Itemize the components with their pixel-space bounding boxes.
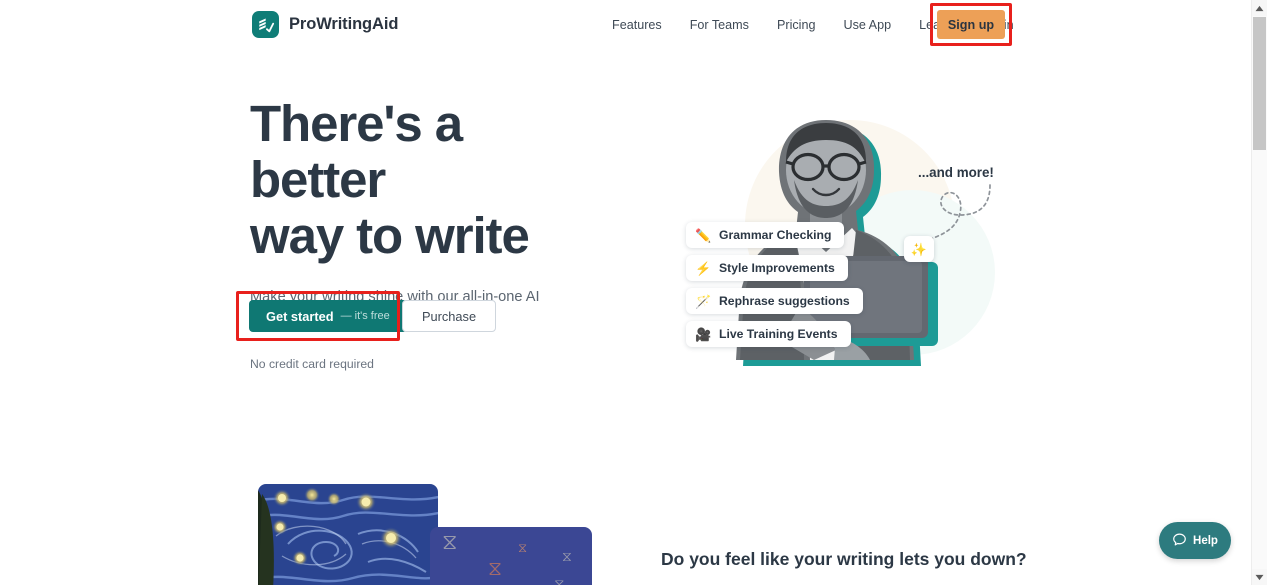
- help-widget-button[interactable]: Help: [1159, 522, 1231, 559]
- swirl-decoration-icon: ⧖: [518, 540, 528, 555]
- magic-wand-icon: 🪄: [695, 293, 712, 309]
- starry-night-image: [258, 484, 438, 585]
- feature-pill-style-improvements[interactable]: ⚡ Style Improvements: [686, 255, 848, 281]
- scrollbar-thumb[interactable]: [1253, 17, 1266, 150]
- get-started-button[interactable]: Get started — it's free: [249, 300, 407, 332]
- no-credit-card-note: No credit card required: [250, 357, 374, 371]
- feature-pill-rephrase-suggestions[interactable]: 🪄 Rephrase suggestions: [686, 288, 863, 314]
- book-logo-icon: [252, 11, 279, 38]
- and-more-label: ...and more!: [918, 165, 994, 180]
- nav-item-features[interactable]: Features: [598, 12, 676, 38]
- lightning-icon: ⚡: [695, 260, 712, 276]
- brand-name: ProWritingAid: [289, 15, 399, 33]
- sign-up-button[interactable]: Sign up: [937, 10, 1005, 39]
- swirl-decoration-icon: ⧖: [562, 548, 572, 564]
- video-camera-icon: 🎥: [695, 326, 712, 342]
- hero-title-line-2: way to write: [250, 207, 530, 264]
- hero-title-line-1: There's a better: [250, 95, 463, 208]
- page-title: There's a better way to write: [250, 96, 600, 264]
- feature-pill-label: Live Training Events: [719, 327, 838, 341]
- dashed-arrow-icon: [915, 184, 991, 250]
- page-root: ProWritingAid Features For Teams Pricing…: [0, 0, 1267, 585]
- chat-bubble-icon: [1172, 532, 1187, 550]
- scroll-down-arrow-icon[interactable]: [1252, 569, 1267, 585]
- hero-illustration: ...and more! ✨ ✏️ Grammar Checking ⚡ Sty…: [660, 95, 1020, 370]
- feature-pill-grammar-checking[interactable]: ✏️ Grammar Checking: [686, 222, 845, 248]
- get-started-sublabel: — it's free: [340, 310, 390, 322]
- site-header: ProWritingAid Features For Teams Pricing…: [0, 0, 1251, 49]
- section-heading: Do you feel like your writing lets you d…: [661, 549, 1027, 569]
- nav-item-pricing[interactable]: Pricing: [763, 12, 830, 38]
- blue-swirl-panel: ⧖ ⧖ ⧖ ⧖ ⧖ ⧖: [430, 527, 592, 585]
- help-widget-label: Help: [1193, 534, 1218, 547]
- swirl-decoration-icon: ⧖: [488, 558, 503, 580]
- purchase-button[interactable]: Purchase: [402, 300, 497, 332]
- feature-pill-label: Grammar Checking: [719, 228, 832, 242]
- scroll-up-arrow-icon[interactable]: [1252, 0, 1267, 16]
- feature-pill-label: Style Improvements: [719, 261, 835, 275]
- nav-item-for-teams[interactable]: For Teams: [676, 12, 763, 38]
- nav-item-use-app[interactable]: Use App: [829, 12, 905, 38]
- swirl-decoration-icon: ⧖: [554, 576, 565, 585]
- swirl-decoration-icon: ⧖: [442, 529, 458, 554]
- get-started-label: Get started: [266, 308, 334, 324]
- feature-pill-label: Rephrase suggestions: [719, 294, 850, 308]
- signup-button-group: Sign up: [930, 3, 1012, 46]
- sparkle-badge: ✨: [904, 236, 934, 262]
- sparkle-icon: ✨: [910, 241, 928, 257]
- hero-cta-row: Get started — it's free Purchase: [236, 291, 497, 341]
- brand-logo-link[interactable]: ProWritingAid: [252, 11, 398, 38]
- vertical-scrollbar[interactable]: [1251, 0, 1267, 585]
- feature-pill-live-training-events[interactable]: 🎥 Live Training Events: [686, 321, 851, 347]
- pencil-icon: ✏️: [695, 227, 712, 243]
- feature-pill-list: ✏️ Grammar Checking ⚡ Style Improvements…: [686, 222, 863, 347]
